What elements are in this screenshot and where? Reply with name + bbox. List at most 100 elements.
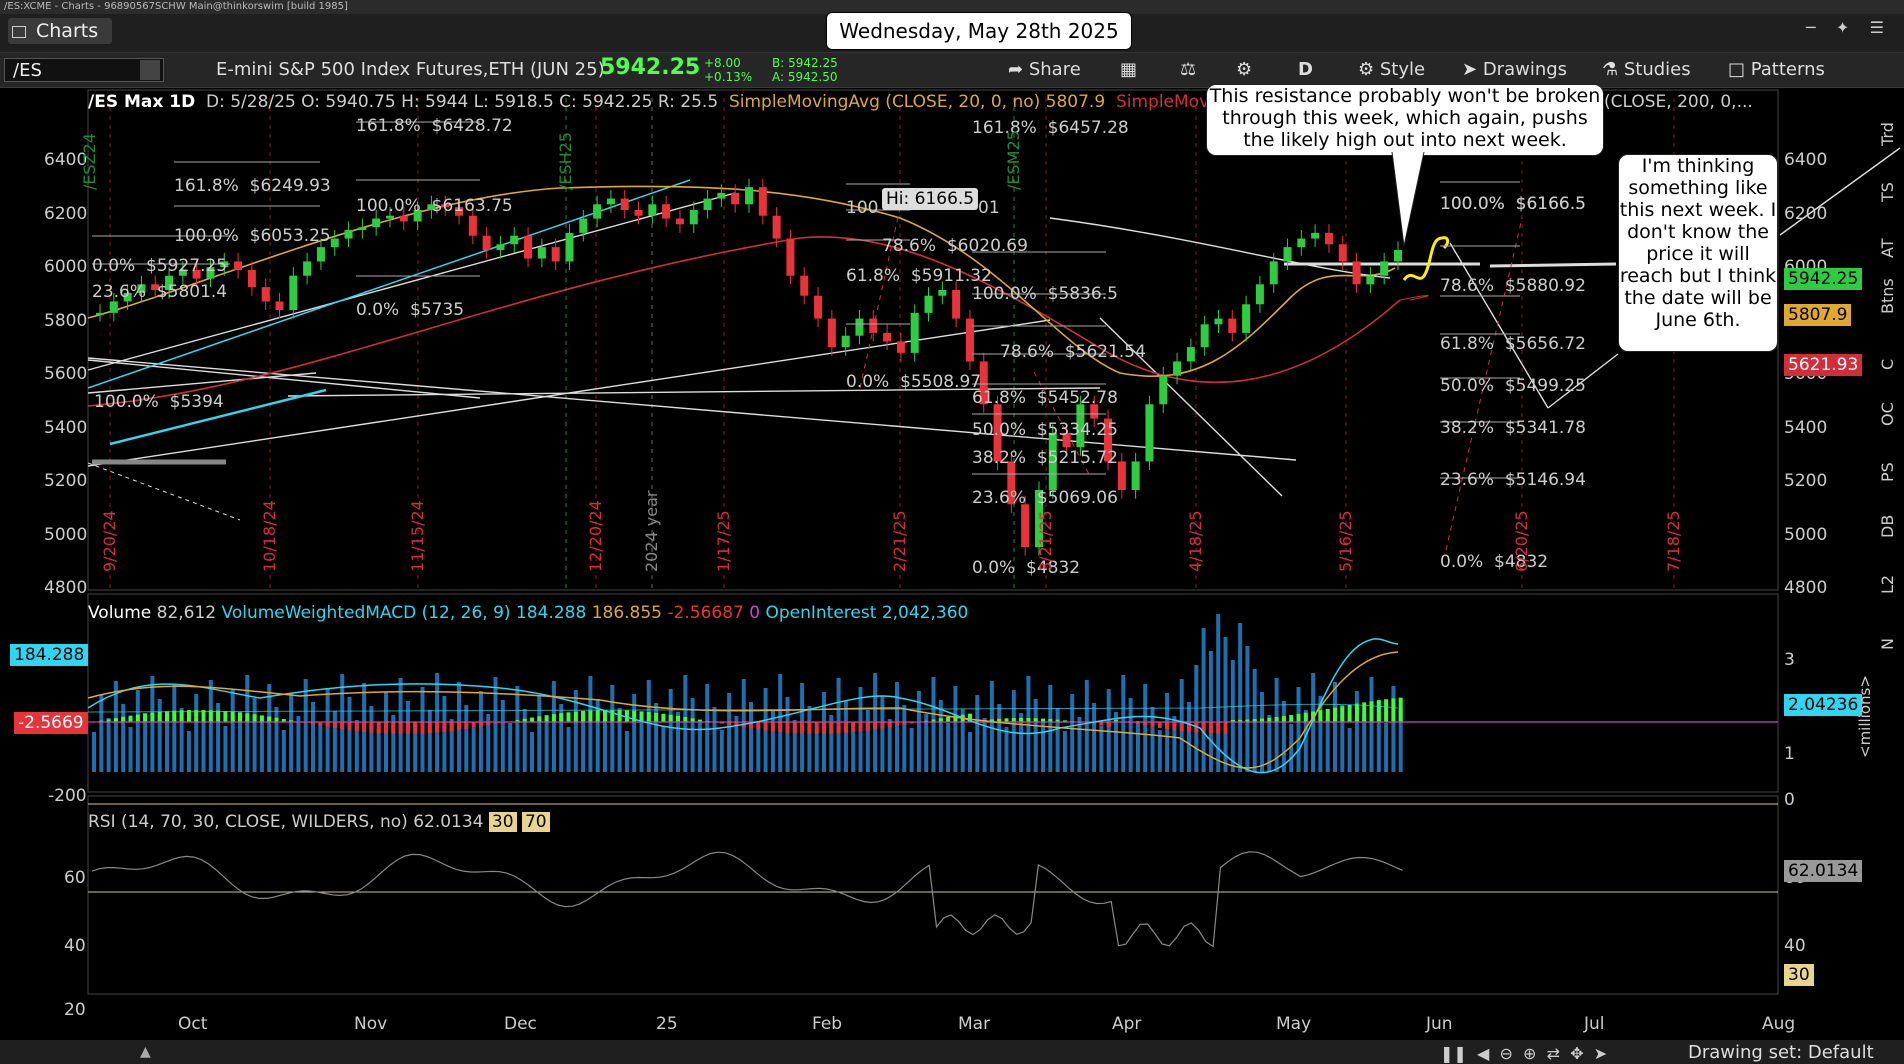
volume-bar (376, 729, 381, 772)
volume-bar (99, 695, 104, 772)
drawings-button[interactable]: ➤ Drawings (1462, 58, 1567, 82)
flask-icon[interactable]: ⚖ (1180, 58, 1196, 82)
candle-body (1324, 232, 1333, 245)
fib-label: 0.0% $5508.97 (846, 372, 982, 392)
macd-bar (1369, 701, 1374, 722)
menu-icon[interactable]: ☰ (1870, 18, 1884, 37)
price-tick: 6200 (44, 203, 88, 224)
price-tick: 6200 (1784, 203, 1828, 224)
candle-body (869, 318, 878, 333)
candle-body (96, 312, 104, 315)
volume-axis-0: 0 (1784, 790, 1795, 810)
pin-icon[interactable]: ✦ (1836, 18, 1849, 37)
macd-bar (1354, 703, 1359, 722)
volume-bar (230, 689, 235, 772)
volume-bar (537, 695, 542, 772)
sidebar-tab-btns[interactable]: Btns (1878, 278, 1897, 314)
macd-bar (595, 710, 600, 722)
sidebar-tab-at[interactable]: AT (1878, 239, 1897, 258)
date-tick: Apr (1112, 1014, 1142, 1034)
candle-body (275, 301, 284, 310)
date-tick: Aug (1762, 1014, 1796, 1034)
price-tick: 6400 (1784, 150, 1828, 170)
patterns-button[interactable]: □ Patterns (1728, 58, 1825, 82)
chart-icon (12, 26, 26, 38)
volume-bar (785, 697, 790, 772)
last-price: 5942.25 (600, 55, 701, 80)
zoom-controls[interactable]: ❚❚ ◀ ⊖ ⊕ ⇄ ✥ ➤ (1440, 1044, 1607, 1063)
style-button[interactable]: ⚙ Style (1358, 58, 1425, 82)
studies-button[interactable]: ⚗ Studies (1602, 58, 1691, 82)
timeframe-button[interactable]: D (1298, 58, 1313, 82)
macd-bar (1340, 706, 1345, 722)
candle-body (1145, 404, 1154, 462)
macd-bar (1165, 722, 1170, 730)
volume-bar (274, 707, 279, 772)
macd-bar (420, 722, 425, 734)
window-controls[interactable]: ─ ✦ ☰ (1806, 18, 1884, 37)
macd-bar (792, 722, 797, 734)
date-tick: Dec (504, 1014, 537, 1034)
volume-bar (989, 681, 994, 772)
alerts-icon[interactable]: ▦ (1120, 58, 1137, 82)
macd-bar (135, 714, 140, 722)
candle-body (952, 290, 961, 319)
macd-bar (362, 722, 367, 732)
volume-bar (296, 716, 301, 772)
macd-bar (398, 722, 403, 734)
candle-body (1380, 261, 1389, 276)
candle-body (1117, 461, 1126, 490)
candle-body (634, 210, 643, 216)
macd-bar (800, 722, 805, 734)
sidebar-tab-oc[interactable]: OC (1878, 402, 1897, 426)
volume-bar (201, 717, 206, 772)
macd-value-tag: 184.288 (10, 644, 89, 666)
candle-body (399, 215, 408, 222)
volume-bar (924, 714, 929, 772)
sidebar-tab-n[interactable]: N (1878, 638, 1897, 650)
fib-label: 78.6% $5621.54 (1000, 342, 1146, 362)
volume-bar (997, 704, 1002, 772)
macd-bar (756, 722, 761, 730)
volume-bar (1135, 721, 1140, 772)
macd-bar (391, 722, 396, 734)
volume-bar (1384, 723, 1389, 772)
candle-body (1311, 232, 1320, 239)
sidebar-tab-l2[interactable]: L2 (1878, 575, 1897, 594)
macd-bar (573, 711, 578, 722)
sidebar-tab-c[interactable]: C (1878, 359, 1897, 370)
sidebar-tab-ps[interactable]: PS (1878, 462, 1897, 482)
volume-bar (968, 732, 972, 772)
candle-body (1242, 304, 1251, 333)
macd-bar (238, 712, 242, 722)
scroll-handle-icon[interactable]: ▲ (140, 1044, 151, 1060)
ohlc-readout: D: 5/28/25 O: 5940.75 H: 5944 L: 5918.5 … (206, 92, 719, 112)
macd-bar (887, 722, 892, 728)
chevron-down-icon[interactable] (140, 60, 160, 80)
drawing-set-selector[interactable]: Drawing set: Default (1688, 1042, 1874, 1063)
volume-bar (318, 725, 323, 772)
volume-bar (624, 731, 629, 772)
candle-body (565, 232, 574, 262)
macd-bar (121, 716, 126, 722)
minimize-icon[interactable]: ─ (1806, 18, 1816, 37)
sidebar-tab-db[interactable]: DB (1878, 515, 1897, 538)
volume-bar (332, 711, 337, 772)
macd-bar (1157, 722, 1162, 728)
macd-bar (814, 722, 819, 734)
macd-bar (427, 722, 432, 734)
rsi-30-tag: 30 (1784, 964, 1814, 986)
volume-units: <millions> (1856, 675, 1874, 758)
fib-label: 0.0% $5735 (356, 300, 465, 320)
candle-body (1338, 244, 1347, 262)
gear-icon[interactable]: ⚙ (1236, 58, 1252, 82)
sidebar-tab-trd[interactable]: Trd (1878, 122, 1897, 146)
share-button[interactable]: ➦ Share (1008, 58, 1081, 82)
sidebar-tab-ts[interactable]: TS (1878, 182, 1897, 202)
volume-bar (588, 676, 593, 772)
candle-body (814, 295, 823, 319)
macd-bar (646, 712, 651, 722)
volume-bar (1230, 660, 1235, 772)
macd-bar (566, 712, 571, 722)
vertical-date-label: 3/21/25 (1036, 510, 1055, 572)
